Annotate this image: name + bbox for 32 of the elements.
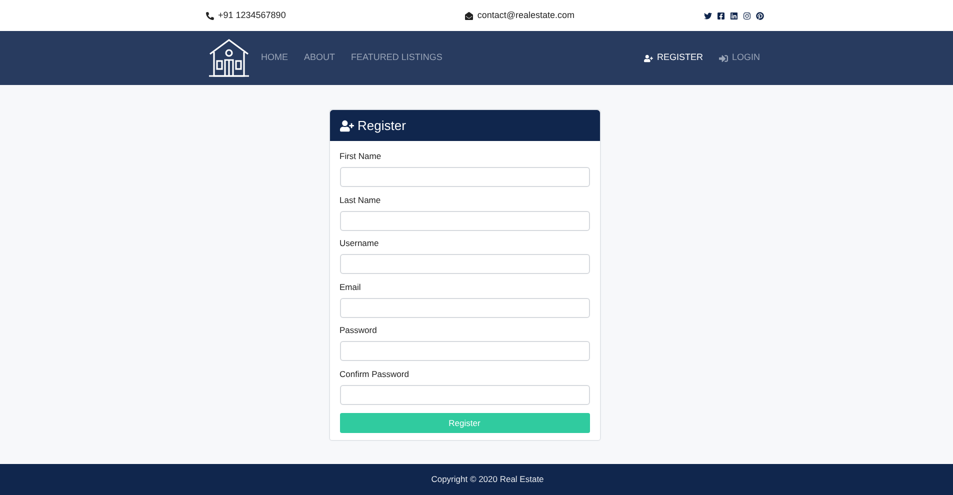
twitter-icon[interactable]	[704, 12, 712, 20]
input-field[interactable]	[340, 167, 590, 187]
phone-icon	[206, 12, 214, 20]
sign-in-icon	[718, 54, 728, 62]
copyright-text: Copyright © 2020 Real Estate	[431, 473, 544, 486]
field-label: Username	[340, 238, 380, 249]
field-label: First Name	[340, 151, 382, 162]
input-field[interactable]	[340, 254, 590, 274]
input-field[interactable]	[340, 341, 590, 361]
input-field[interactable]	[340, 298, 590, 318]
field-label: Email	[340, 282, 362, 292]
field-label: Password	[340, 325, 378, 336]
facebook-icon[interactable]	[716, 12, 725, 20]
field-label: Confirm Password	[340, 368, 410, 380]
nav-link[interactable]: LOGIN	[718, 51, 760, 65]
nav-link[interactable]: ABOUT	[304, 51, 336, 65]
nav-link[interactable]: REGISTER	[644, 51, 703, 65]
input-field[interactable]	[340, 384, 590, 404]
card-title: Register	[358, 116, 406, 135]
field-label: Last Name	[340, 194, 382, 206]
house-logo-icon[interactable]	[208, 38, 250, 78]
nav-link[interactable]: FEATURED LISTINGS	[351, 51, 442, 65]
envelope-icon	[465, 12, 474, 20]
user-plus-icon	[340, 118, 354, 132]
nav-link[interactable]: HOME	[261, 51, 288, 65]
linkedin-icon[interactable]	[730, 12, 738, 20]
pinterest-icon[interactable]	[756, 12, 764, 20]
instagram-icon[interactable]	[742, 12, 751, 20]
email-address: contact@realestate.com	[477, 8, 574, 22]
user-plus-icon	[644, 54, 653, 62]
input-field[interactable]	[340, 210, 590, 230]
phone-number: +91 1234567890	[218, 8, 286, 22]
